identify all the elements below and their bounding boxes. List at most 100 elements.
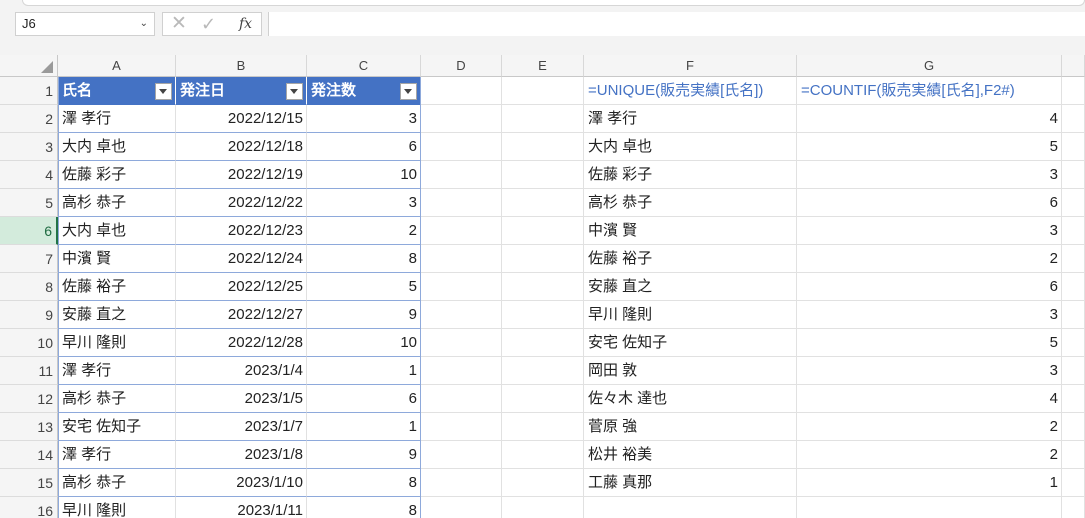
column-header-e[interactable]: E [502,55,584,77]
table-cell[interactable]: 6 [307,385,421,413]
table-cell[interactable]: 8 [307,245,421,273]
unique-name-cell[interactable]: 佐藤 彩子 [584,161,797,189]
table-cell[interactable]: 早川 隆則 [58,497,176,518]
table-cell[interactable]: 5 [307,273,421,301]
worksheet-grid[interactable]: ABCDEFG 1 2 3 4 5 6 7 8 9 10 11 12 13 14 15 16 氏名 発注日 発注数… [0,55,1085,518]
empty-cell[interactable] [502,217,584,245]
table-cell[interactable]: 2022/12/18 [176,133,307,161]
empty-cell[interactable] [502,161,584,189]
empty-cell[interactable] [1062,413,1085,441]
empty-cell[interactable] [1062,385,1085,413]
column-header-a[interactable]: A [58,55,176,77]
row-header-8[interactable]: 8 [0,273,58,301]
table-cell[interactable]: 2023/1/7 [176,413,307,441]
row-header-10[interactable]: 10 [0,329,58,357]
empty-cell[interactable] [502,441,584,469]
unique-name-cell[interactable]: 大内 卓也 [584,133,797,161]
table-cell[interactable]: 2023/1/11 [176,497,307,518]
table-cell[interactable]: 1 [307,413,421,441]
empty-cell[interactable] [502,469,584,497]
empty-cell[interactable] [421,161,502,189]
cancel-icon[interactable]: ✕ [171,13,187,35]
formula-input[interactable] [268,12,1085,36]
unique-name-cell[interactable]: 岡田 敦 [584,357,797,385]
empty-cell[interactable] [502,105,584,133]
table-cell[interactable]: 2023/1/10 [176,469,307,497]
column-header-f[interactable]: F [584,55,797,77]
empty-cell[interactable] [797,497,1062,518]
filter-dropdown-icon[interactable] [155,83,172,100]
table-cell[interactable]: 3 [307,105,421,133]
table-cell[interactable]: 澤 孝行 [58,441,176,469]
insert-function-icon[interactable]: fx [239,13,252,35]
check-icon[interactable]: ✓ [201,13,216,35]
table-cell[interactable]: 2022/12/15 [176,105,307,133]
empty-cell[interactable] [1062,301,1085,329]
empty-cell[interactable] [502,77,584,105]
table-cell[interactable]: 2022/12/25 [176,273,307,301]
empty-cell[interactable] [502,357,584,385]
column-header-c[interactable]: C [307,55,421,77]
table-cell[interactable]: 2 [307,217,421,245]
chevron-down-icon[interactable]: ⌄ [140,13,148,35]
row-header-3[interactable]: 3 [0,133,58,161]
table-cell[interactable]: 大内 卓也 [58,133,176,161]
table-cell[interactable]: 中濱 賢 [58,245,176,273]
table-cell[interactable]: 1 [307,357,421,385]
empty-cell[interactable] [421,245,502,273]
unique-name-cell[interactable]: 澤 孝行 [584,105,797,133]
table-cell[interactable]: 高杉 恭子 [58,189,176,217]
column-header-g[interactable]: G [797,55,1062,77]
empty-cell[interactable] [502,329,584,357]
column-header-b[interactable]: B [176,55,307,77]
row-header-6[interactable]: 6 [0,217,58,245]
count-cell[interactable]: 4 [797,105,1062,133]
empty-cell[interactable] [421,385,502,413]
empty-cell[interactable] [1062,105,1085,133]
empty-cell[interactable] [1062,497,1085,518]
unique-name-cell[interactable]: 高杉 恭子 [584,189,797,217]
count-cell[interactable]: 6 [797,273,1062,301]
row-header-7[interactable]: 7 [0,245,58,273]
table-header-2[interactable]: 発注日 [176,77,307,105]
row-header-14[interactable]: 14 [0,441,58,469]
empty-cell[interactable] [1062,441,1085,469]
table-cell[interactable]: 9 [307,441,421,469]
table-header-3[interactable]: 発注数 [307,77,421,105]
row-header-9[interactable]: 9 [0,301,58,329]
formula-cell-g1[interactable]: =COUNTIF(販売実績[氏名],F2#) [797,77,1062,105]
table-cell[interactable]: 3 [307,189,421,217]
table-cell[interactable]: 8 [307,497,421,518]
filter-dropdown-icon[interactable] [400,83,417,100]
empty-cell[interactable] [1062,189,1085,217]
empty-cell[interactable] [421,217,502,245]
table-cell[interactable]: 高杉 恭子 [58,385,176,413]
count-cell[interactable]: 5 [797,133,1062,161]
empty-cell[interactable] [1062,469,1085,497]
table-cell[interactable]: 2023/1/4 [176,357,307,385]
empty-cell[interactable] [502,301,584,329]
unique-name-cell[interactable]: 佐藤 裕子 [584,245,797,273]
count-cell[interactable]: 3 [797,301,1062,329]
row-header-16[interactable]: 16 [0,497,58,518]
count-cell[interactable]: 3 [797,357,1062,385]
empty-cell[interactable] [421,357,502,385]
count-cell[interactable]: 4 [797,385,1062,413]
empty-cell[interactable] [502,413,584,441]
table-cell[interactable]: 高杉 恭子 [58,469,176,497]
row-header-15[interactable]: 15 [0,469,58,497]
empty-cell[interactable] [1062,217,1085,245]
unique-name-cell[interactable]: 松井 裕美 [584,441,797,469]
unique-name-cell[interactable]: 菅原 強 [584,413,797,441]
table-cell[interactable]: 佐藤 彩子 [58,161,176,189]
column-header-d[interactable]: D [421,55,502,77]
row-header-5[interactable]: 5 [0,189,58,217]
empty-cell[interactable] [502,497,584,518]
table-cell[interactable]: 早川 隆則 [58,329,176,357]
count-cell[interactable]: 6 [797,189,1062,217]
table-cell[interactable]: 2023/1/5 [176,385,307,413]
table-cell[interactable]: 2022/12/27 [176,301,307,329]
empty-cell[interactable] [1062,77,1085,105]
empty-cell[interactable] [1062,161,1085,189]
empty-cell[interactable] [502,245,584,273]
